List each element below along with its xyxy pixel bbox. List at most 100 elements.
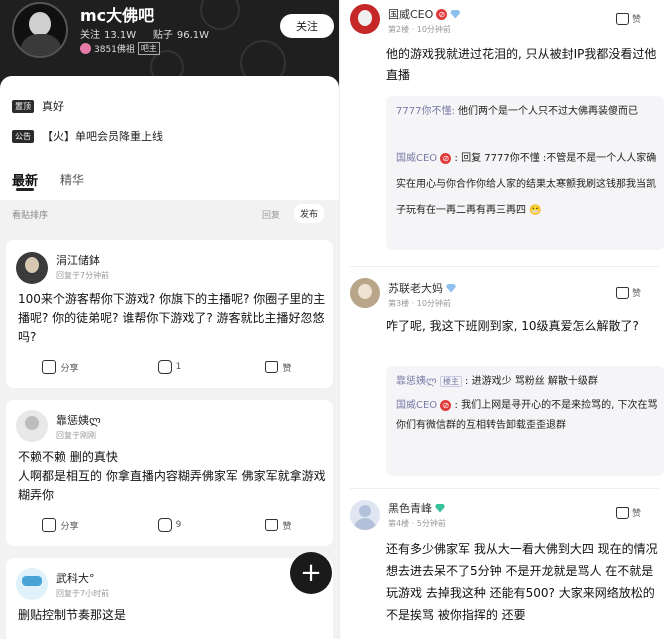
post-actions: 分享 9 赞 — [6, 518, 333, 532]
comment-count: 9 — [175, 520, 182, 530]
ban-icon: ⊘ — [440, 153, 452, 164]
floor-number: 第2楼 — [388, 25, 410, 34]
ban-icon: ⊘ — [436, 8, 448, 20]
reply-author[interactable]: 国威CEO — [396, 400, 437, 411]
sort-label: 看贴排序 — [12, 211, 49, 221]
avatar-body-shape — [20, 34, 62, 56]
comment-meta: 第4楼 · 5分钟前 — [388, 519, 446, 528]
avatar-goggles-shape — [22, 576, 42, 586]
user-rank: 3851佛祖 吧主 — [80, 42, 160, 55]
posts-count: 96.1W — [176, 30, 210, 41]
comment-button[interactable]: 1 — [115, 360, 224, 374]
announcement-text: 【火】单吧会员降重上线 — [42, 130, 163, 143]
tab-latest[interactable]: 最新 — [12, 170, 38, 189]
reply-box[interactable]: 7777你不懂: 他们两个是一个人只不过大佛再装傻而已 国威CEO ⊘ : 回复… — [386, 96, 664, 250]
reply-item: 国威CEO ⊘ : 我们上网是寻开心的不是来捡骂的, 下次在骂你们有微信群的互相… — [396, 396, 658, 436]
share-button[interactable]: 分享 — [6, 518, 115, 532]
comment-icon — [157, 518, 172, 532]
posts-label: 贴子 — [152, 30, 173, 41]
divider — [350, 488, 659, 489]
follow-button[interactable]: 关注 — [280, 14, 334, 38]
reply-author[interactable]: 国威CEO — [396, 153, 437, 164]
reply-author[interactable]: 靠惩姨ლ — [396, 376, 437, 387]
diamond-icon — [435, 503, 445, 513]
post-actions: 分享 1 赞 — [6, 360, 333, 374]
comment-author[interactable]: 黑色青峰 — [388, 500, 445, 516]
like-label: 赞 — [282, 363, 292, 374]
avatar-face-shape — [358, 10, 372, 26]
pinned-post[interactable]: 置顶 真好 — [12, 98, 64, 114]
sort-by-post[interactable]: 发布 — [294, 204, 325, 223]
post-time: 回复于7小时前 — [56, 589, 110, 598]
post-time: 回复于刚刚 — [56, 431, 96, 440]
pinned-tag: 置顶 — [12, 99, 34, 113]
reply-box[interactable]: 靠惩姨ლ 楼主 : 进游戏少 骂粉丝 解散十级群 国威CEO ⊘ : 我们上网是… — [386, 366, 664, 476]
like-button[interactable]: 赞 — [224, 518, 333, 532]
forum-stats: 关注 13.1W 贴子 96.1W — [80, 26, 213, 41]
reply-item: 国威CEO ⊘ : 回复 7777你不懂 :不管是不是一个人人家确实在用心与你合… — [396, 146, 658, 224]
like-button[interactable]: 赞 — [616, 506, 641, 519]
sort-by-reply[interactable]: 回复 — [262, 208, 280, 221]
rank-avatar-icon — [80, 43, 91, 54]
pinned-text: 真好 — [42, 100, 64, 113]
comment-meta: 第2楼 · 10分钟前 — [388, 25, 451, 34]
floor-number: 第3楼 — [388, 299, 410, 308]
user-avatar[interactable] — [350, 278, 380, 308]
user-avatar[interactable] — [350, 500, 380, 530]
new-post-button[interactable]: + — [290, 552, 332, 594]
comment-time: 10分钟前 — [416, 25, 451, 34]
sort-bar: 看贴排序 回复 发布 — [0, 200, 339, 228]
tab-featured[interactable]: 精华 — [60, 171, 84, 188]
like-label: 赞 — [632, 15, 642, 25]
reply-author[interactable]: 7777你不懂: — [396, 106, 455, 117]
user-avatar[interactable] — [16, 252, 48, 284]
forum-info-card: 置顶 真好 公告 【火】单吧会员降重上线 — [0, 76, 339, 206]
forum-panel: mc大佛吧 关注 13.1W 贴子 96.1W 3851佛祖 吧主 关注 置顶 真好… — [0, 0, 339, 639]
moderator-badge: 吧主 — [137, 42, 160, 55]
share-label: 分享 — [60, 521, 79, 532]
avatar-face-shape — [359, 505, 371, 517]
diamond-icon — [450, 9, 461, 19]
post-card[interactable]: 武科大° 回复于7小时前 删贴控制节奏那这是 — [6, 558, 333, 639]
user-avatar[interactable] — [350, 4, 380, 34]
post-author[interactable]: 靠惩姨ლ — [56, 412, 101, 428]
post-content-line: 人啊都是相互的 你拿直播内容糊弄佛家军 佛家军就拿游戏糊弄你 — [18, 469, 326, 502]
avatar-face-shape — [25, 416, 39, 430]
comment-author[interactable]: 苏联老大妈 — [388, 280, 456, 296]
comment-thread: 国威CEO ⊘ 第2楼 · 10分钟前 赞 他的游戏我就进过花泪的, 只从被封I… — [339, 0, 668, 639]
avatar-body-shape — [354, 518, 376, 530]
comment-author-name: 苏联老大妈 — [388, 282, 443, 295]
like-label: 赞 — [282, 521, 292, 532]
share-button[interactable]: 分享 — [6, 360, 115, 374]
thumbs-up-icon — [265, 361, 279, 373]
forum-avatar[interactable] — [12, 2, 68, 58]
like-label: 赞 — [632, 289, 642, 299]
diamond-icon — [446, 283, 456, 293]
comment-author[interactable]: 国威CEO ⊘ — [388, 6, 461, 22]
comment-icon — [157, 360, 172, 374]
post-author[interactable]: 涓江储鉢 — [56, 252, 100, 268]
thumbs-up-icon — [616, 286, 629, 299]
post-time: 回复于7分钟前 — [56, 271, 110, 280]
forum-title: mc大佛吧 — [80, 6, 155, 25]
like-label: 赞 — [632, 509, 642, 519]
announcement-post[interactable]: 公告 【火】单吧会员降重上线 — [12, 128, 163, 144]
comment-meta: 第3楼 · 10分钟前 — [388, 299, 451, 308]
rank-text: 3851佛祖 — [94, 45, 135, 55]
post-content: 100来个游客帮你下游戏? 你旗下的主播呢? 你圈子里的主播呢? 你的徒弟呢? … — [18, 292, 326, 344]
like-button[interactable]: 赞 — [616, 12, 641, 25]
comment-content: 还有多少佛家军 我从大一看大佛到大四 现在的情况想去进去呆不了5分钟 不是开龙就… — [386, 542, 658, 622]
like-button[interactable]: 赞 — [224, 360, 333, 374]
reply-text: 他们两个是一个人只不过大佛再装傻而已 — [458, 106, 639, 117]
thumbs-up-icon — [265, 519, 279, 531]
like-button[interactable]: 赞 — [616, 286, 641, 299]
post-card[interactable]: 靠惩姨ლ 回复于刚刚 不赖不赖 删的真快 人啊都是相互的 你拿直播内容糊弄佛家军… — [6, 400, 333, 546]
user-avatar[interactable] — [16, 410, 48, 442]
user-avatar[interactable] — [16, 568, 48, 600]
comment-button[interactable]: 9 — [115, 518, 224, 532]
comment-author-name: 黑色青峰 — [388, 502, 432, 515]
post-author[interactable]: 武科大° — [56, 570, 95, 586]
divider — [350, 266, 659, 267]
active-tab-indicator — [16, 188, 34, 191]
post-card[interactable]: 涓江储鉢 回复于7分钟前 100来个游客帮你下游戏? 你旗下的主播呢? 你圈子里… — [6, 240, 333, 388]
